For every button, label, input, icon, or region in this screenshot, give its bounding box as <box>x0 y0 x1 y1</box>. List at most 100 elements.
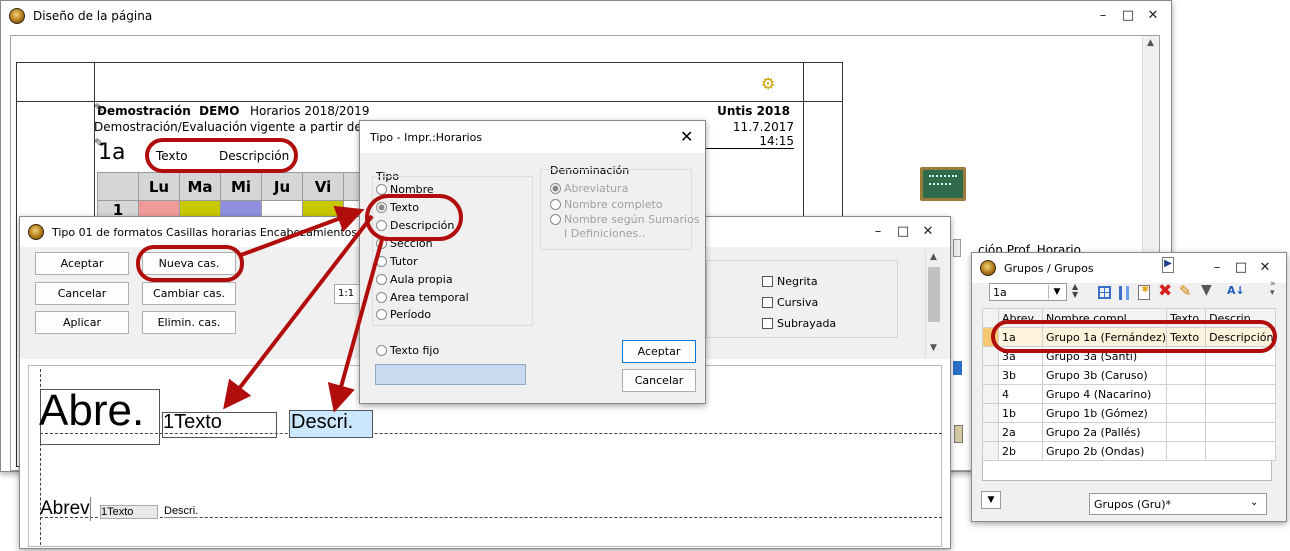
cell-descrip[interactable] <box>1205 384 1277 404</box>
radio-button[interactable] <box>376 274 387 285</box>
edit-pencil-icon[interactable]: ✎ <box>1179 282 1192 300</box>
scroll-up-arrow-icon[interactable]: ▲ <box>1147 38 1154 48</box>
table-grid-icon[interactable] <box>1098 286 1111 299</box>
tipo-cancel-button[interactable]: Cancelar <box>622 369 696 392</box>
row-selector[interactable] <box>982 441 999 461</box>
cell-nombre[interactable]: Grupo 1b (Gómez) <box>1041 403 1168 423</box>
minimize-button[interactable]: – <box>1207 259 1227 277</box>
close-button[interactable]: ✕ <box>1143 7 1163 25</box>
close-button[interactable]: ✕ <box>918 223 938 241</box>
denom-option-sumarios[interactable]: Nombre según Sumarios <box>550 213 700 226</box>
denom-option-nombre-completo[interactable]: Nombre completo <box>550 198 663 211</box>
change-box-button[interactable]: Cambiar cas. <box>142 282 236 305</box>
cell-texto[interactable] <box>1166 441 1207 461</box>
table-row[interactable]: 3b Grupo 3b (Caruso) <box>982 365 1277 385</box>
cancel-button[interactable]: Cancelar <box>35 282 129 305</box>
tipo-option-area-temporal[interactable]: Area temporal <box>376 291 469 304</box>
row-selector[interactable] <box>982 403 999 423</box>
formats-top-scrollbar[interactable]: ▲ ▼ <box>925 250 942 357</box>
preview-small-abbrev[interactable]: Abrev <box>40 497 91 521</box>
checkbox-box[interactable] <box>762 276 773 287</box>
new-record-icon[interactable]: ✱ <box>1138 285 1150 300</box>
radio-button[interactable] <box>550 214 561 225</box>
radio-button[interactable] <box>376 256 387 267</box>
accept-button[interactable]: Aceptar <box>35 252 129 275</box>
radio-button[interactable] <box>550 183 561 194</box>
pin-arrow-icon[interactable]: ▶ <box>1162 257 1174 273</box>
cell-descrip[interactable] <box>1205 441 1277 461</box>
tipo-option-periodo[interactable]: Período <box>376 308 431 321</box>
toolbar-overflow-icon[interactable]: » ▾ <box>1270 280 1276 298</box>
cell-texto[interactable] <box>1166 422 1207 442</box>
checkbox-box[interactable] <box>762 318 773 329</box>
checkbox-box[interactable] <box>762 297 773 308</box>
table-row[interactable]: 2b Grupo 2b (Ondas) <box>982 441 1277 461</box>
scroll-thumb[interactable] <box>928 267 940 322</box>
cell-texto[interactable] <box>1166 365 1207 385</box>
table-row[interactable]: 4 Grupo 4 (Nacarino) <box>982 384 1277 404</box>
cell-abrev[interactable]: 1b <box>998 403 1043 423</box>
cell-nombre[interactable]: Grupo 2b (Ondas) <box>1041 441 1168 461</box>
maximize-button[interactable]: □ <box>893 223 913 241</box>
row-selector[interactable] <box>982 365 999 385</box>
side-small-icon[interactable] <box>954 425 963 443</box>
tipo-accept-button[interactable]: Aceptar <box>622 340 696 363</box>
radio-button[interactable] <box>376 345 387 356</box>
cell-descrip[interactable] <box>1205 365 1277 385</box>
scroll-down-arrow-icon[interactable]: ▼ <box>930 343 937 353</box>
maximize-button[interactable]: □ <box>1118 7 1138 25</box>
board-icon[interactable] <box>920 167 966 201</box>
gear-icon[interactable]: ⚙ <box>761 76 775 92</box>
list-columns-icon[interactable] <box>1119 286 1129 300</box>
cell-nombre[interactable]: Grupo 3b (Caruso) <box>1041 365 1168 385</box>
row-selector[interactable] <box>982 384 999 404</box>
denom-option-abreviatura[interactable]: Abreviatura <box>550 182 628 195</box>
close-button[interactable]: ✕ <box>1255 259 1275 277</box>
minimize-button[interactable]: – <box>868 223 888 241</box>
chevron-down-icon[interactable]: ▼ <box>1048 285 1065 299</box>
ratio-field[interactable]: 1:1 <box>334 284 360 304</box>
chevron-down-icon[interactable]: ⌄ <box>1250 497 1258 508</box>
delete-icon[interactable]: ✖ <box>1158 281 1172 301</box>
fixed-text-input[interactable] <box>375 364 526 385</box>
cell-descrip[interactable] <box>1205 422 1277 442</box>
footer-dropdown-button[interactable]: ▼ <box>981 491 1001 509</box>
delete-box-button[interactable]: Elimin. cas. <box>142 311 236 334</box>
row-selector[interactable] <box>982 346 999 366</box>
radio-button[interactable] <box>550 199 561 210</box>
cell-nombre[interactable]: Grupo 4 (Nacarino) <box>1041 384 1168 404</box>
italic-checkbox[interactable]: Cursiva <box>762 296 818 309</box>
cell-abrev[interactable]: 2b <box>998 441 1043 461</box>
sort-az-icon[interactable]: A↓ <box>1227 284 1245 297</box>
bold-checkbox[interactable]: Negrita <box>762 275 818 288</box>
close-icon[interactable]: ✕ <box>680 127 693 146</box>
underline-checkbox[interactable]: Subrayada <box>762 317 836 330</box>
table-row[interactable]: 2a Grupo 2a (Pallés) <box>982 422 1277 442</box>
cell-nombre[interactable]: Grupo 2a (Pallés) <box>1041 422 1168 442</box>
element-type-select[interactable]: Grupos (Gru)* ⌄ <box>1089 493 1267 515</box>
side-blue-icon[interactable] <box>953 361 962 375</box>
preview-small-descri[interactable]: Descri. <box>164 505 199 518</box>
tipo-option-texto-fijo[interactable]: Texto fijo <box>376 344 439 357</box>
table-row[interactable]: 1b Grupo 1b (Gómez) <box>982 403 1277 423</box>
side-doc-icon[interactable] <box>953 239 961 257</box>
cell-abrev[interactable]: 2a <box>998 422 1043 442</box>
cell-descrip[interactable] <box>1205 403 1277 423</box>
filter-icon[interactable]: ▼ <box>1201 282 1212 298</box>
row-selector[interactable] <box>982 422 999 442</box>
cell-texto[interactable] <box>1166 403 1207 423</box>
preview-small-texto[interactable]: 1Texto <box>100 505 158 519</box>
tipo-option-tutor[interactable]: Tutor <box>376 255 418 268</box>
maximize-button[interactable]: □ <box>1231 259 1251 277</box>
cell-texto[interactable] <box>1166 384 1207 404</box>
cell-abrev[interactable]: 3b <box>998 365 1043 385</box>
apply-button[interactable]: Aplicar <box>35 311 129 334</box>
radio-button[interactable] <box>376 292 387 303</box>
cell-abrev[interactable]: 4 <box>998 384 1043 404</box>
radio-button[interactable] <box>376 309 387 320</box>
spin-arrows-icon[interactable]: ▲ ▼ <box>1072 283 1078 299</box>
scroll-up-arrow-icon[interactable]: ▲ <box>930 252 937 262</box>
minimize-button[interactable]: – <box>1093 7 1113 25</box>
tipo-option-aula-propia[interactable]: Aula propia <box>376 273 453 286</box>
group-selector[interactable]: 1a ▼ <box>989 283 1067 301</box>
